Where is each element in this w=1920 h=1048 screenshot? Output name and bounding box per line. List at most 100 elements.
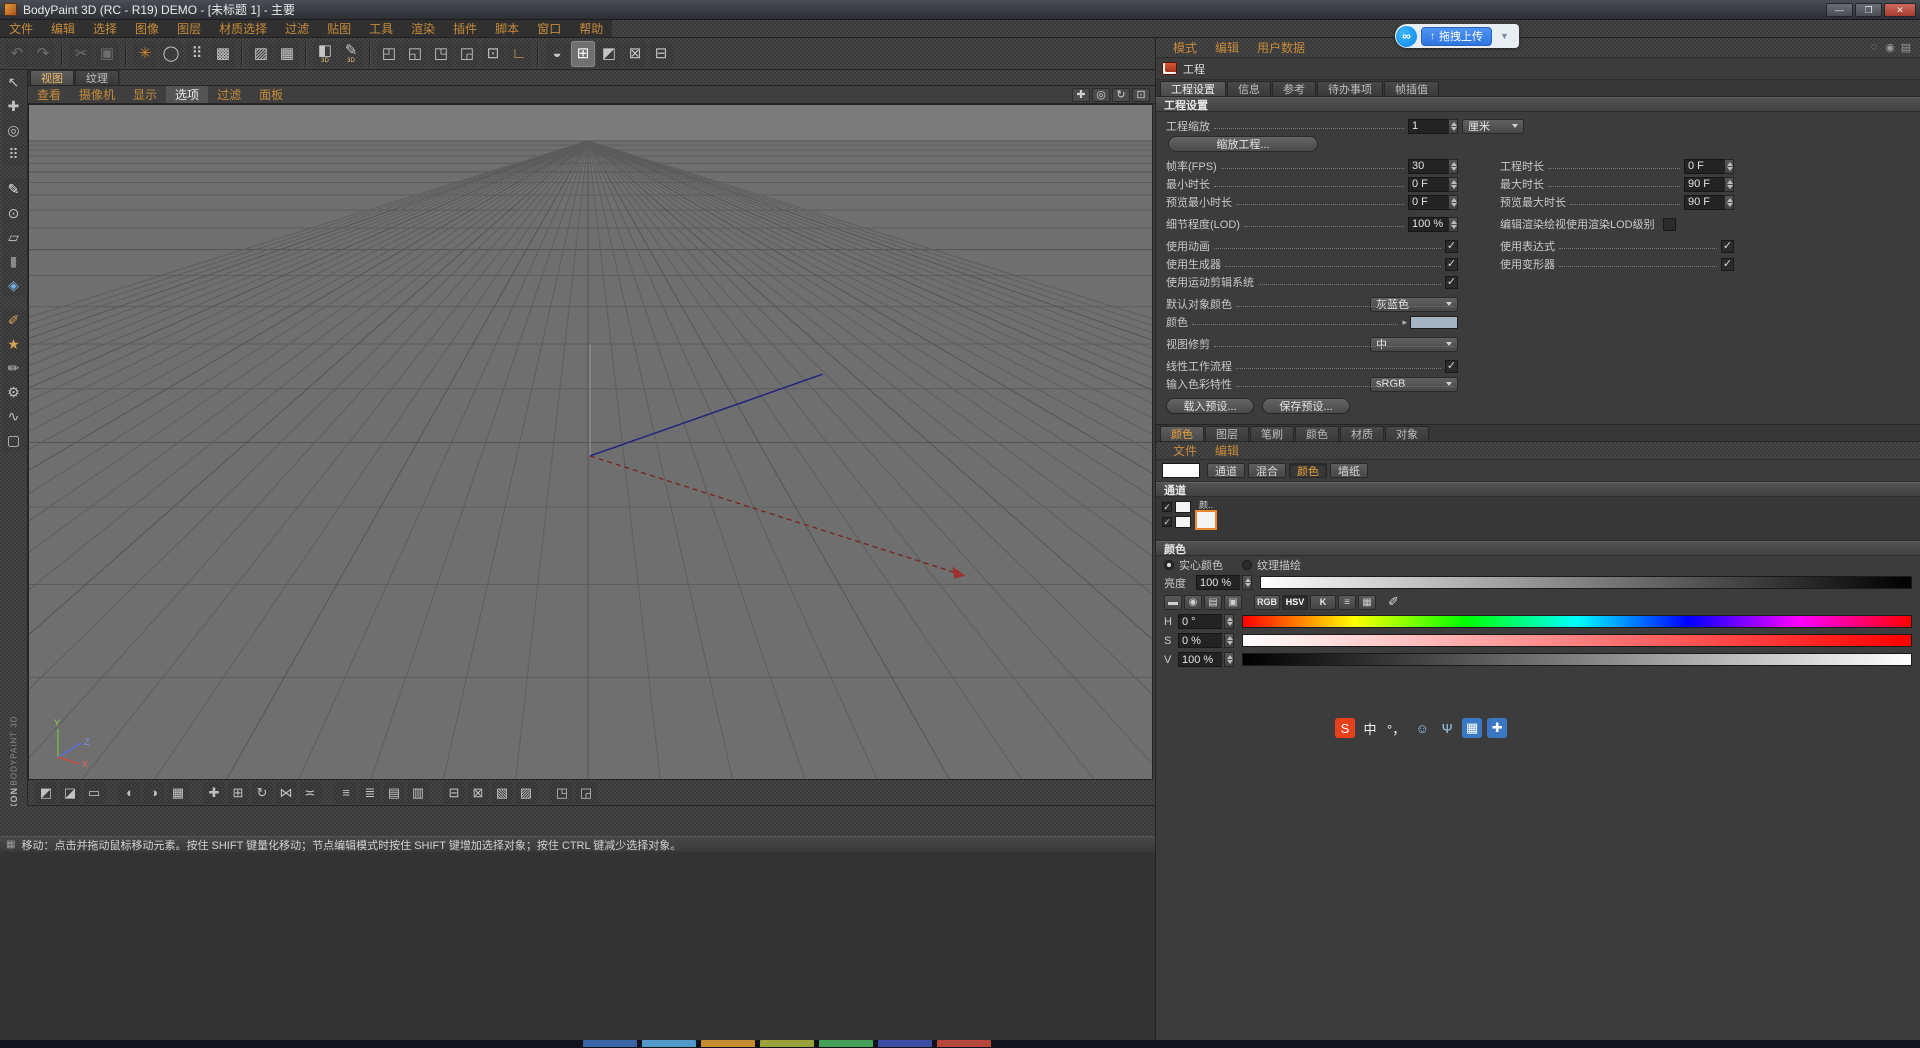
undo-icon[interactable]: ↶ xyxy=(5,41,29,67)
compact-ui-icon[interactable]: ▬ xyxy=(1164,595,1182,610)
punctuation-icon[interactable]: °， xyxy=(1385,718,1407,738)
rgb-mode-button[interactable]: RGB xyxy=(1254,595,1280,610)
saturation-input[interactable]: 0 % xyxy=(1178,633,1222,648)
render-lod-checkbox[interactable] xyxy=(1663,218,1676,231)
use-generators-checkbox[interactable]: ✓ xyxy=(1445,258,1458,271)
magnet-icon[interactable]: ◲ xyxy=(575,782,597,804)
channel-thumbnail[interactable] xyxy=(1175,501,1191,513)
spectrum-icon[interactable]: ▤ xyxy=(1204,595,1222,610)
tab-texture[interactable]: 纹理 xyxy=(75,70,119,85)
shading-icon[interactable]: ◑ xyxy=(143,782,165,804)
min-time-stepper[interactable] xyxy=(1448,177,1458,192)
default-color-swatch[interactable] xyxy=(1410,316,1458,329)
menu-plugins[interactable]: 插件 xyxy=(444,20,486,37)
value-stepper[interactable] xyxy=(1224,652,1234,667)
dither-pattern-icon[interactable]: ▩ xyxy=(211,41,235,67)
sphere-checker-icon[interactable]: ◒ xyxy=(545,41,569,67)
toolbox-icon[interactable]: ✚ xyxy=(1487,718,1507,738)
gradient-tool[interactable]: ▮ xyxy=(2,250,26,273)
tab-todo[interactable]: 待办事项 xyxy=(1317,81,1383,96)
film-frame-icon[interactable]: ▭ xyxy=(83,782,105,804)
menu-material-select[interactable]: 材质选择 xyxy=(210,20,276,37)
saturation-slider[interactable] xyxy=(1242,634,1912,647)
hsv-mode-button[interactable]: HSV xyxy=(1282,595,1308,610)
menu-script[interactable]: 脚本 xyxy=(486,20,528,37)
linear-workflow-checkbox[interactable]: ✓ xyxy=(1445,360,1458,373)
image-color-icon[interactable]: ▣ xyxy=(1224,595,1242,610)
tab-layers[interactable]: 图层 xyxy=(1205,426,1249,441)
vp-menu-options[interactable]: 选项 xyxy=(166,86,208,103)
saturation-stepper[interactable] xyxy=(1224,633,1234,648)
k-mode-button[interactable]: K xyxy=(1310,595,1336,610)
save-preset-button[interactable]: 保存预设... xyxy=(1262,398,1350,414)
taskbar-app[interactable] xyxy=(583,1040,637,1047)
selected-channel-thumbnail[interactable] xyxy=(1195,510,1217,530)
halftone-pattern-icon[interactable]: ⠿ xyxy=(185,41,209,67)
eraser-tool[interactable]: ▱ xyxy=(2,226,26,249)
checker-b-icon[interactable]: ▦ xyxy=(275,41,299,67)
menu-image[interactable]: 图像 xyxy=(126,20,168,37)
light-toggle-icon[interactable]: ◐ xyxy=(119,782,141,804)
vp-menu-view[interactable]: 查看 xyxy=(28,86,70,103)
pen-tool[interactable]: ✐ xyxy=(2,309,26,332)
maximize-button[interactable]: ❐ xyxy=(1855,3,1882,17)
min-time-input[interactable]: 0 F xyxy=(1408,177,1448,192)
vp-menu-panel[interactable]: 面板 xyxy=(250,86,292,103)
tab-color[interactable]: 颜色 xyxy=(1160,426,1204,441)
workplane-icon[interactable]: ▧ xyxy=(491,782,513,804)
tab-objects[interactable]: 对象 xyxy=(1385,426,1429,441)
tab-reference[interactable]: 参考 xyxy=(1272,81,1316,96)
tab-key-interpolation[interactable]: 帧插值 xyxy=(1384,81,1439,96)
viewport-3d[interactable]: Y Z X xyxy=(28,104,1153,780)
redo-icon[interactable]: ↷ xyxy=(31,41,55,67)
vp-menu-display[interactable]: 显示 xyxy=(124,86,166,103)
max-time-stepper[interactable] xyxy=(1724,177,1734,192)
swatches-icon[interactable]: ▦ xyxy=(1358,595,1376,610)
move-mode-icon[interactable]: ✚ xyxy=(203,782,225,804)
use-deformers-checkbox[interactable]: ✓ xyxy=(1721,258,1734,271)
checker-a-icon[interactable]: ▨ xyxy=(249,41,273,67)
prev-frame-icon[interactable]: ◩ xyxy=(35,782,57,804)
palette-handle[interactable] xyxy=(1156,442,1164,459)
region-tool[interactable]: ▢ xyxy=(2,429,26,452)
tab-colors[interactable]: 颜色 xyxy=(1295,426,1339,441)
value-slider[interactable] xyxy=(1242,653,1912,666)
menu-tools[interactable]: 工具 xyxy=(360,20,402,37)
tile-u-icon[interactable]: ≡ xyxy=(335,782,357,804)
cut-icon[interactable]: ✂ xyxy=(69,41,93,67)
paint-brush-tool[interactable]: ✎ xyxy=(2,178,26,201)
project-scale-stepper[interactable] xyxy=(1448,119,1458,134)
mode-color-button[interactable]: 颜色 xyxy=(1289,463,1327,478)
value-input[interactable]: 100 % xyxy=(1178,652,1222,667)
texture-paint-radio[interactable] xyxy=(1242,560,1252,570)
taskbar-app[interactable] xyxy=(701,1040,755,1047)
scale-mode-icon[interactable]: ⊞ xyxy=(227,782,249,804)
channel-item[interactable]: ✓ xyxy=(1162,516,1191,528)
am-menu-edit[interactable]: 编辑 xyxy=(1206,38,1248,57)
max-time-input[interactable]: 90 F xyxy=(1684,177,1724,192)
menu-file[interactable]: 文件 xyxy=(0,20,42,37)
section-project-settings[interactable]: 工程设置 xyxy=(1156,97,1920,112)
hue-slider[interactable] xyxy=(1242,615,1912,628)
am-menu-user-data[interactable]: 用户数据 xyxy=(1248,38,1314,57)
mirror-v-icon[interactable]: ≍ xyxy=(299,782,321,804)
tab-info[interactable]: 信息 xyxy=(1227,81,1271,96)
channel-visibility-checkbox[interactable]: ✓ xyxy=(1162,517,1172,527)
tab-view[interactable]: 视图 xyxy=(30,70,74,85)
section-colors[interactable]: 颜色 xyxy=(1156,541,1920,556)
magnify-tool[interactable]: ◎ xyxy=(2,119,26,142)
preview-min-stepper[interactable] xyxy=(1448,195,1458,210)
rotate-mode-icon[interactable]: ↻ xyxy=(251,782,273,804)
cube-right-projection-icon[interactable]: ◳ xyxy=(429,41,453,67)
toggle-view-icon[interactable]: ⊡ xyxy=(1132,88,1150,102)
lock-icon[interactable]: ◉ xyxy=(1882,41,1898,54)
cube-3d-icon[interactable]: ◧3D xyxy=(313,41,337,67)
cm-menu-edit[interactable]: 编辑 xyxy=(1206,442,1248,459)
wrench-tool[interactable]: ⚙ xyxy=(2,381,26,404)
am-menu-mode[interactable]: 模式 xyxy=(1164,38,1206,57)
preview-min-input[interactable]: 0 F xyxy=(1408,195,1448,210)
vp-menu-filter[interactable]: 过滤 xyxy=(208,86,250,103)
vp-menu-cameras[interactable]: 摄像机 xyxy=(70,86,124,103)
menu-edit[interactable]: 编辑 xyxy=(42,20,84,37)
mask-select-tool[interactable]: ⠿ xyxy=(2,143,26,166)
